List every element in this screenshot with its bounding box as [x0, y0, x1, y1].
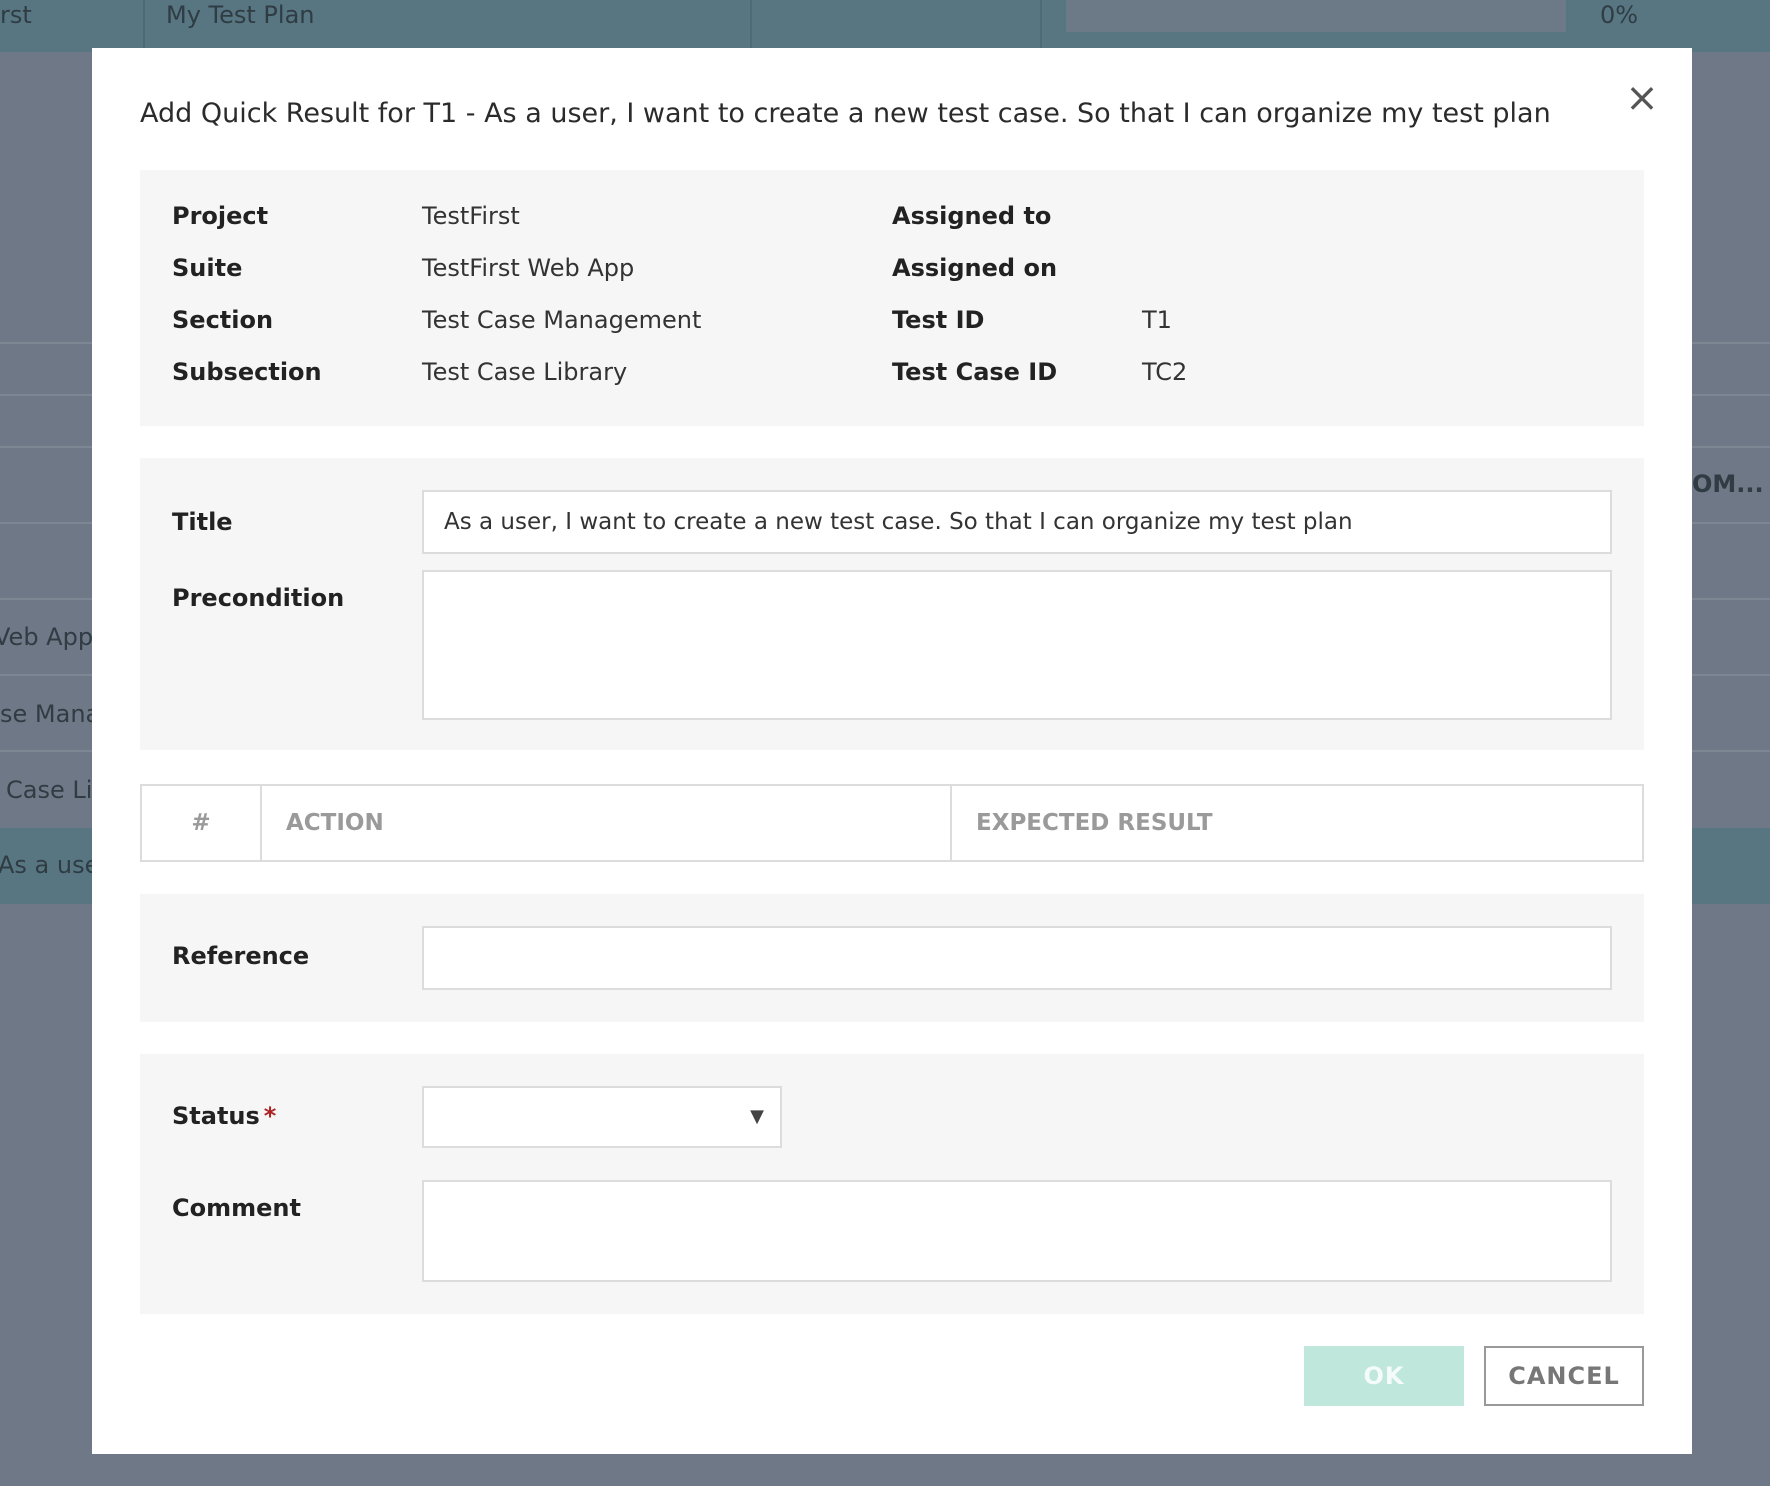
steps-column-divider — [260, 786, 262, 860]
precondition-label: Precondition — [172, 584, 345, 612]
reference-label: Reference — [172, 942, 310, 970]
quick-result-modal: Add Quick Result for T1 - As a user, I w… — [92, 48, 1692, 1454]
required-marker: * — [263, 1102, 277, 1130]
ok-button[interactable]: OK — [1304, 1346, 1464, 1406]
title-label: Title — [172, 508, 233, 536]
steps-action-header: ACTION — [286, 810, 384, 836]
test-info-panel: Project TestFirst Suite TestFirst Web Ap… — [140, 170, 1644, 426]
comment-label: Comment — [172, 1194, 301, 1222]
suite-value: TestFirst Web App — [422, 254, 635, 282]
status-label-text: Status — [172, 1102, 260, 1130]
subsection-label: Subsection — [172, 358, 322, 386]
precondition-textarea[interactable] — [422, 570, 1612, 720]
background-divider — [143, 0, 145, 52]
background-topbar-col1: rst — [0, 1, 32, 29]
section-label: Section — [172, 306, 274, 334]
steps-column-divider — [950, 786, 952, 860]
background-divider — [1040, 0, 1042, 52]
project-value: TestFirst — [422, 202, 520, 230]
steps-table: # ACTION EXPECTED RESULT — [140, 784, 1644, 862]
background-suite-text: Veb App — [0, 623, 94, 651]
subsection-value: Test Case Library — [422, 358, 628, 386]
close-icon[interactable]: × — [1622, 78, 1662, 118]
reference-input[interactable] — [422, 926, 1612, 990]
background-truncated-text: OM... — [1692, 470, 1764, 498]
steps-expected-result-header: EXPECTED RESULT — [976, 810, 1213, 836]
status-label: Status * — [172, 1102, 276, 1130]
section-value: Test Case Management — [422, 306, 702, 334]
background-progress-bar — [1066, 0, 1566, 32]
status-select[interactable]: ▼ — [422, 1086, 782, 1148]
chevron-down-icon: ▼ — [750, 1106, 764, 1127]
comment-textarea[interactable] — [422, 1180, 1612, 1282]
test-id-value: T1 — [1142, 306, 1172, 334]
title-input[interactable] — [422, 490, 1612, 554]
reference-panel: Reference — [140, 894, 1644, 1022]
project-label: Project — [172, 202, 269, 230]
test-case-id-value: TC2 — [1142, 358, 1188, 386]
background-divider — [750, 0, 752, 52]
assigned-to-label: Assigned to — [892, 202, 1052, 230]
modal-title: Add Quick Result for T1 - As a user, I w… — [140, 98, 1551, 129]
background-section-text: se Mana — [0, 700, 101, 728]
suite-label: Suite — [172, 254, 243, 282]
status-comment-panel: Status * ▼ Comment — [140, 1054, 1644, 1314]
background-title-text: As a use — [0, 851, 100, 879]
background-topbar: rst My Test Plan 0% — [0, 0, 1770, 52]
background-percent: 0% — [1600, 1, 1639, 29]
cancel-button[interactable]: CANCEL — [1484, 1346, 1644, 1406]
assigned-on-label: Assigned on — [892, 254, 1058, 282]
test-case-id-label: Test Case ID — [892, 358, 1058, 386]
background-plan-name: My Test Plan — [166, 1, 315, 29]
test-id-label: Test ID — [892, 306, 985, 334]
steps-number-header: # — [191, 810, 211, 836]
background-subsection-text: Case Li — [6, 776, 93, 804]
title-precondition-panel: Title Precondition — [140, 458, 1644, 750]
